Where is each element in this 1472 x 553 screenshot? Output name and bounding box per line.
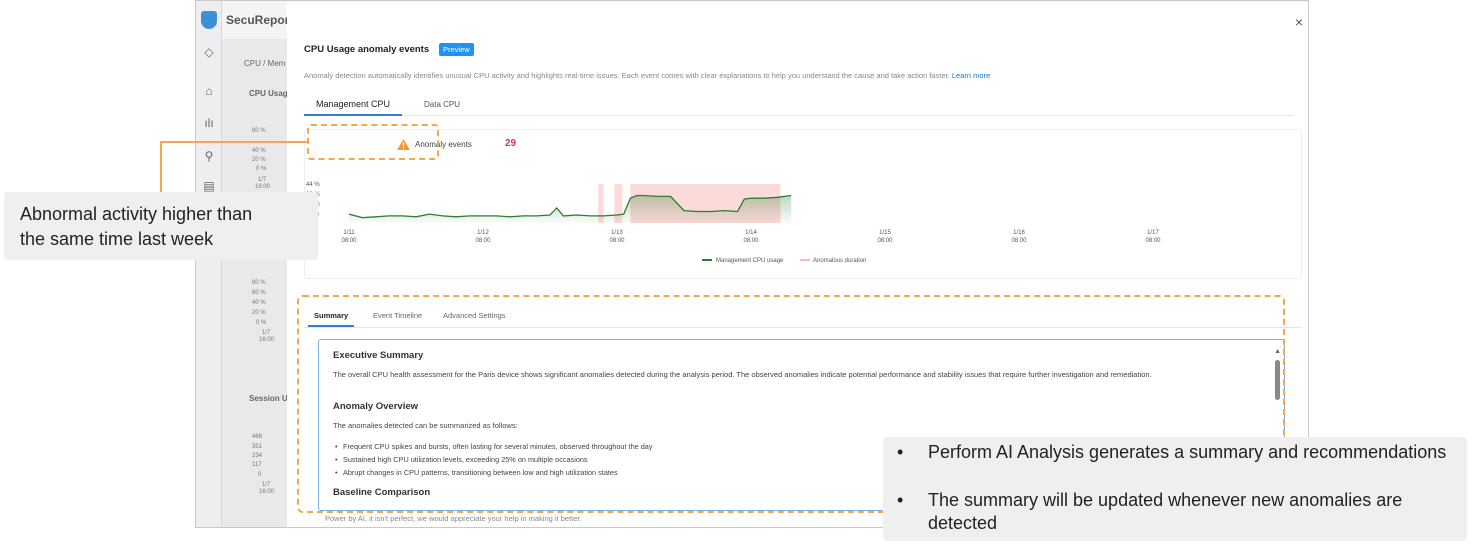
bg-ytick: 40 % [252,300,266,306]
bg-tab-label[interactable]: CPU / Mem [244,59,285,68]
bg-xtick: 16:00 [255,184,271,190]
x-tick-label: 08:00 [743,238,759,244]
x-tick-label: 08:00 [609,238,625,244]
diamond-nav-icon[interactable]: ◇ [202,45,216,59]
callout-item: Perform AI Analysis generates a summary … [928,442,1447,462]
callout-text: the same time last week [20,229,214,249]
bg-xtick: 1/7 [258,177,267,183]
background-panel: CPU / Mem CPU Usag 80 % 40 % 20 % 0 % 1/… [222,39,292,527]
bg-session-tick: 117 [252,462,262,468]
nav-rail: ◇ ⌂ ılı ⚲ ▤ [196,1,222,527]
tab-management-cpu[interactable]: Management CPU [303,99,403,116]
bg-xtick: 1/7 [262,330,271,336]
stage: ◇ ⌂ ılı ⚲ ▤ SecuReporte CPU / Mem CPU Us… [0,0,1472,553]
bg-ytick: 80 % [252,128,266,134]
ai-disclaimer: Power by AI, it isn't perfect, we would … [325,514,582,523]
bg-xtick: 1/7 [262,482,271,488]
callout-connector [160,141,162,192]
bg-ytick: 20 % [252,157,266,163]
bg-xtick: 16:00 [259,489,275,495]
bullet-icon: • [897,490,904,510]
bullet-icon: • [897,442,904,462]
home-icon[interactable]: ⌂ [202,84,216,98]
preview-badge: Preview [439,43,474,56]
bg-ytick: 40 % [252,148,266,154]
bg-session-tick: 0 [258,472,262,478]
callout-item: The summary will be updated whenever new… [928,490,1403,533]
modal-title: CPU Usage anomaly events [304,44,430,55]
search-icon[interactable]: ⚲ [202,149,216,163]
x-tick-label: 1/16 [1013,230,1025,236]
x-tick-label: 08:00 [1011,238,1027,244]
cpu-tabs: Management CPU Data CPU [303,96,1294,116]
x-tick-label: 1/15 [879,230,891,236]
bg-session-tick: 234 [252,453,263,459]
x-tick-label: 08:00 [1145,238,1161,244]
close-icon[interactable]: × [1295,14,1303,30]
bg-ytick: 60 % [252,290,266,296]
legend-label: Anomalous duration [813,258,866,264]
callout-connector [162,141,308,143]
tab-data-cpu[interactable]: Data CPU [424,100,460,109]
bg-card-title: CPU Usag [249,89,288,98]
bg-ytick: 0 % [256,320,267,326]
bg-ytick: 80 % [252,280,266,286]
bg-session-tick: 468 [252,434,263,440]
cpu-usage-chart: 44 %33 %22 %11 %0 %1/1108:001/1208:001/1… [306,182,1161,264]
bg-session-tick: 351 [252,444,263,450]
callout-text: Abnormal activity higher than [20,204,253,224]
report-icon[interactable]: ▤ [202,179,216,193]
bg-xtick: 16:00 [259,337,275,343]
anomaly-events-count: 29 [505,138,517,149]
x-tick-label: 1/11 [343,230,355,236]
x-tick-label: 1/17 [1147,230,1159,236]
bg-ytick: 20 % [252,310,266,316]
shield-logo-icon [201,11,217,29]
x-tick-label: 1/13 [611,230,623,236]
ai-analysis-callout: • Perform AI Analysis generates a summar… [883,437,1467,541]
x-tick-label: 08:00 [475,238,491,244]
x-tick-label: 1/14 [745,230,757,236]
legend-label: Management CPU usage [716,258,784,264]
modal-description: Anomaly detection automatically identifi… [304,71,990,80]
anomaly-highlight-box [307,124,439,160]
x-tick-label: 1/12 [477,230,489,236]
abnormal-activity-callout: Abnormal activity higher than the same t… [4,192,318,260]
y-tick-label: 44 % [306,182,320,188]
learn-more-link[interactable]: Learn more [952,71,990,80]
bar-chart-icon[interactable]: ılı [202,116,216,130]
x-tick-label: 08:00 [877,238,893,244]
x-tick-label: 08:00 [341,238,357,244]
bg-session-title: Session U [249,394,288,403]
bg-ytick: 0 % [256,166,267,172]
description-text: Anomaly detection automatically identifi… [304,71,950,80]
